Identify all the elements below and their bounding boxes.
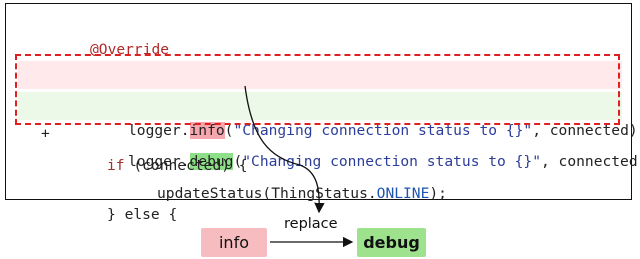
info-tag: info bbox=[201, 228, 267, 257]
replace-label: replace bbox=[284, 216, 338, 232]
debug-tag: debug bbox=[357, 228, 426, 257]
curved-arrow bbox=[244, 85, 325, 214]
